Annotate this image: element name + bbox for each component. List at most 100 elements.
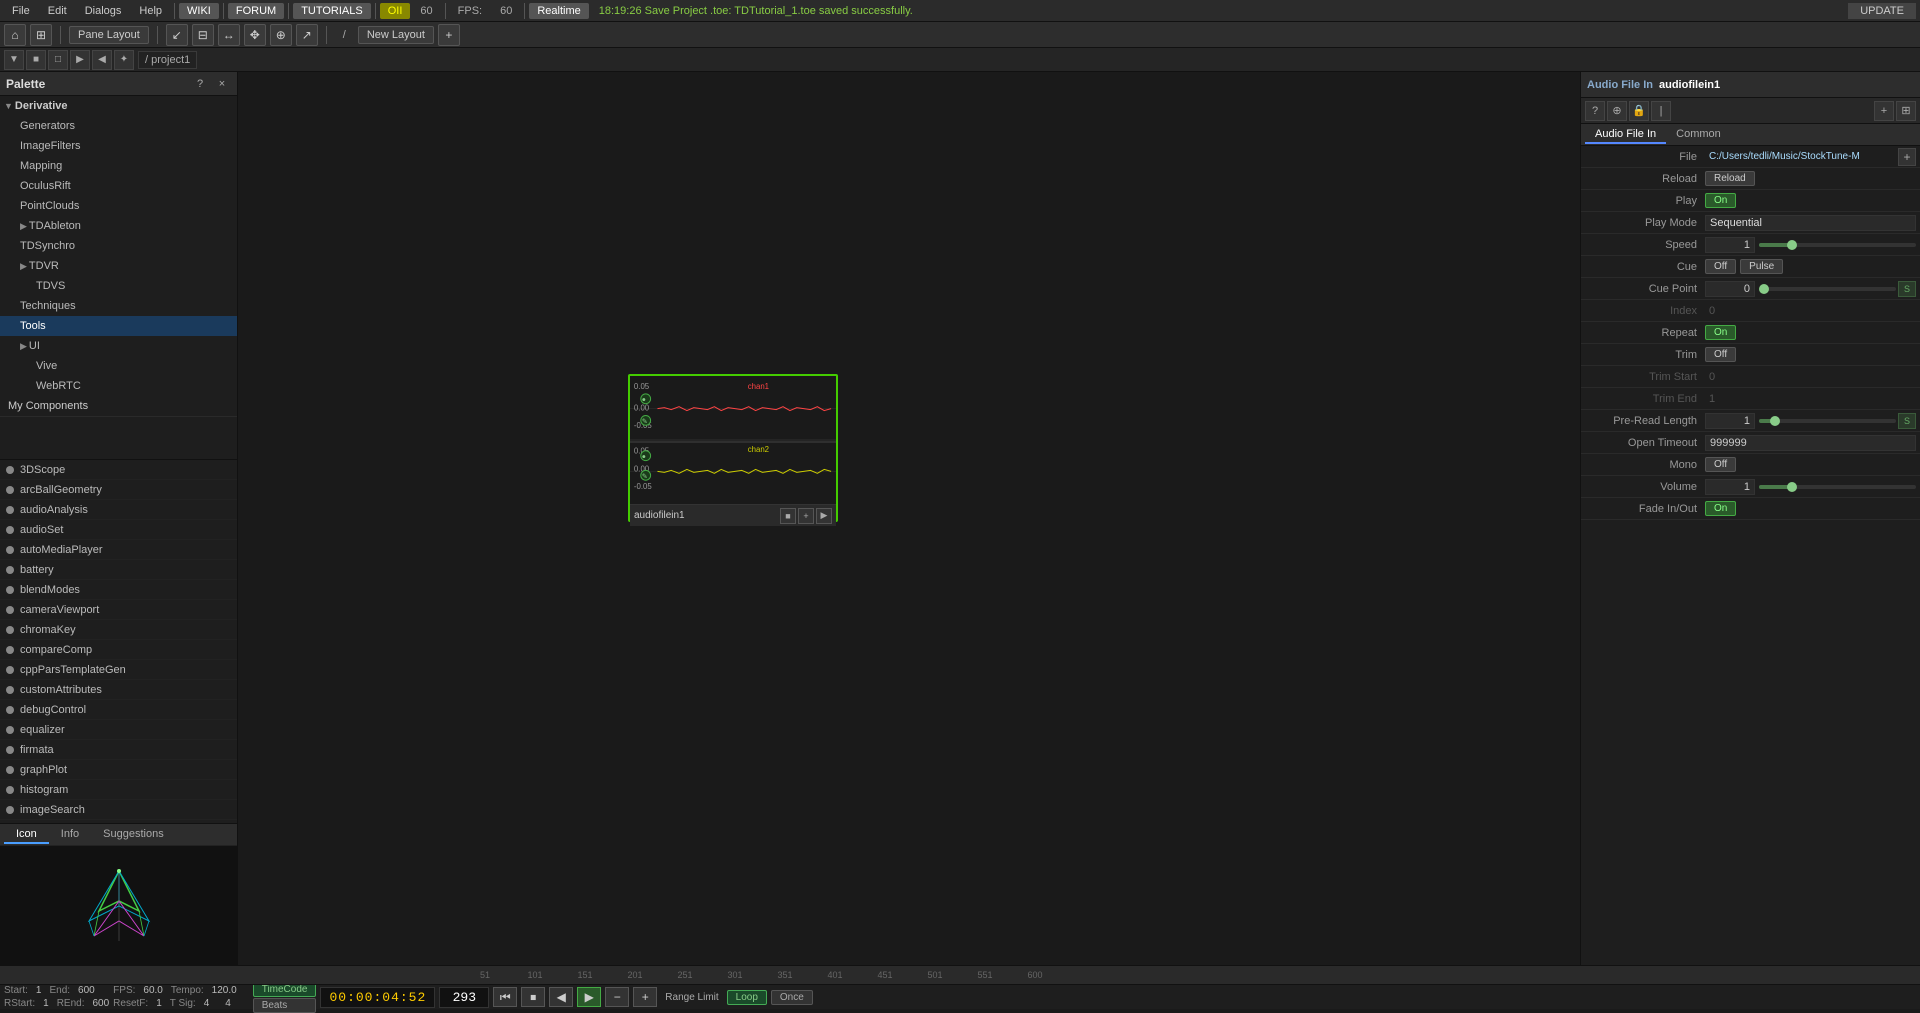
tree-item-techniques[interactable]: Techniques <box>0 296 237 316</box>
param-number-volume[interactable]: 1 <box>1705 479 1755 495</box>
right-tool-help-icon[interactable]: ? <box>1585 101 1605 121</box>
param-slider-volume[interactable]: 1 <box>1705 479 1916 495</box>
param-s-btn-preread[interactable]: S <box>1898 413 1916 429</box>
param-slider-preread[interactable]: 1 <box>1705 413 1896 429</box>
tree-item-oculusrift[interactable]: OculusRift <box>0 176 237 196</box>
comp-list-item[interactable]: equalizer <box>0 720 237 740</box>
addr-expand-icon[interactable]: ◀ <box>92 50 112 70</box>
param-btn-reload[interactable]: Reload <box>1705 171 1755 186</box>
menu-help[interactable]: Help <box>131 3 170 19</box>
param-value-file[interactable]: C:/Users/tedli/Music/StockTune-M <box>1705 150 1898 163</box>
comp-list-item[interactable]: 3DScope <box>0 460 237 480</box>
address-path[interactable]: / project1 <box>138 51 197 69</box>
addr-lock-icon[interactable]: ■ <box>26 50 46 70</box>
right-tool-eye-icon[interactable]: | <box>1651 101 1671 121</box>
tag-wiki[interactable]: WIKI <box>179 3 219 19</box>
param-slider-track-preread[interactable] <box>1759 419 1896 423</box>
once-btn[interactable]: Once <box>771 990 813 1005</box>
toolbar-move-icon[interactable]: ✥ <box>244 24 266 46</box>
tree-item-ui[interactable]: ▶ UI <box>0 336 237 356</box>
param-btn-cue-off[interactable]: Off <box>1705 259 1736 274</box>
audio-node[interactable]: 0.05 0.00 -0.05 chan1 0.05 0.00 -0.05 ch… <box>628 374 838 522</box>
node-icon-3[interactable]: ▶ <box>816 508 832 524</box>
toolbar-plus-icon[interactable]: + <box>438 24 460 46</box>
param-value-opentimeout[interactable]: 999999 <box>1705 435 1916 451</box>
comp-list-item[interactable]: autoMediaPlayer <box>0 540 237 560</box>
tab-common[interactable]: Common <box>1666 126 1731 144</box>
param-value-playmode[interactable]: Sequential <box>1705 215 1916 231</box>
comp-list-item[interactable]: firmata <box>0 740 237 760</box>
comp-list-item[interactable]: compareComp <box>0 640 237 660</box>
param-slider-speed[interactable]: 1 <box>1705 237 1916 253</box>
param-slider-thumb-volume[interactable] <box>1787 482 1797 492</box>
comp-list-item[interactable]: graphPlot <box>0 760 237 780</box>
toolbar-grid-icon[interactable]: ⊞ <box>30 24 52 46</box>
param-number-cuepoint[interactable]: 0 <box>1705 281 1755 297</box>
toolbar-fit-icon[interactable]: ↗ <box>296 24 318 46</box>
right-tool-link-icon[interactable]: ⊕ <box>1607 101 1627 121</box>
menu-dialogs[interactable]: Dialogs <box>77 3 130 19</box>
comp-list-item[interactable]: arcBallGeometry <box>0 480 237 500</box>
param-slider-thumb-cuepoint[interactable] <box>1759 284 1769 294</box>
transport-stop-icon[interactable]: ⏹ <box>521 987 545 1007</box>
tab-icon[interactable]: Icon <box>4 826 49 844</box>
param-slider-track-cuepoint[interactable] <box>1759 287 1896 291</box>
param-btn-trim[interactable]: Off <box>1705 347 1736 362</box>
comp-list-item[interactable]: debugControl <box>0 700 237 720</box>
tree-item-tdvr[interactable]: ▶ TDVR <box>0 256 237 276</box>
tree-item-imagefilters[interactable]: ImageFilters <box>0 136 237 156</box>
comp-list-item[interactable]: audioSet <box>0 520 237 540</box>
param-btn-mono[interactable]: Off <box>1705 457 1736 472</box>
param-btn-play[interactable]: On <box>1705 193 1736 208</box>
menu-file[interactable]: File <box>4 3 38 19</box>
transport-minus-icon[interactable]: − <box>605 987 629 1007</box>
tab-info[interactable]: Info <box>49 826 91 844</box>
tree-item-webrtc[interactable]: WebRTC <box>0 376 237 396</box>
tag-forum[interactable]: FORUM <box>228 3 284 19</box>
tab-audiofilein[interactable]: Audio File In <box>1585 126 1666 144</box>
transport-plus-icon[interactable]: + <box>633 987 657 1007</box>
menu-edit[interactable]: Edit <box>40 3 75 19</box>
toolbar-zoom-icon[interactable]: ⊕ <box>270 24 292 46</box>
addr-dropdown-icon[interactable]: ▼ <box>4 50 24 70</box>
comp-list-item[interactable]: audioAnalysis <box>0 500 237 520</box>
comp-list-item[interactable]: imageSearch <box>0 800 237 820</box>
comp-list-item[interactable]: battery <box>0 560 237 580</box>
tree-item-pointclouds[interactable]: PointClouds <box>0 196 237 216</box>
beats-mode-btn[interactable]: Beats <box>253 998 317 1013</box>
comp-list-item[interactable]: histogram <box>0 780 237 800</box>
loop-btn[interactable]: Loop <box>727 990 767 1005</box>
new-layout-button[interactable]: New Layout <box>358 26 434 44</box>
tree-item-tdsynchro[interactable]: TDSynchro <box>0 236 237 256</box>
toolbar-nav-icon[interactable]: ↔ <box>218 24 240 46</box>
addr-box-icon[interactable]: □ <box>48 50 68 70</box>
toolbar-arrow-icon[interactable]: ↙ <box>166 24 188 46</box>
addr-arrow-icon[interactable]: ▶ <box>70 50 90 70</box>
tree-item-tools[interactable]: Tools <box>0 316 237 336</box>
update-button[interactable]: UPDATE <box>1848 3 1916 19</box>
node-icon-2[interactable]: + <box>798 508 814 524</box>
right-tool-expand-icon[interactable]: ⊞ <box>1896 101 1916 121</box>
param-slider-track-speed[interactable] <box>1759 243 1916 247</box>
param-btn-cue-pulse[interactable]: Pulse <box>1740 259 1783 274</box>
realtime-tag[interactable]: Realtime <box>529 3 588 19</box>
param-number-speed[interactable]: 1 <box>1705 237 1755 253</box>
toolbar-layout-icon[interactable]: ⊟ <box>192 24 214 46</box>
param-slider-thumb-speed[interactable] <box>1787 240 1797 250</box>
param-slider-track-volume[interactable] <box>1759 485 1916 489</box>
param-s-btn-cuepoint[interactable]: S <box>1898 281 1916 297</box>
transport-rewind-icon[interactable]: ⏮ <box>493 987 517 1007</box>
tree-item-mapping[interactable]: Mapping <box>0 156 237 176</box>
tree-item-vive[interactable]: Vive <box>0 356 237 376</box>
param-slider-cuepoint[interactable]: 0 <box>1705 281 1896 297</box>
tag-oii[interactable]: OII <box>380 3 411 19</box>
addr-slash-icon[interactable]: ✦ <box>114 50 134 70</box>
tree-item-derivative[interactable]: ▼ Derivative <box>0 96 237 116</box>
tag-tutorials[interactable]: TUTORIALS <box>293 3 371 19</box>
palette-help-icon[interactable]: ? <box>191 75 209 93</box>
tree-item-generators[interactable]: Generators <box>0 116 237 136</box>
right-tool-lock-icon[interactable]: 🔒 <box>1629 101 1649 121</box>
comp-list-item[interactable]: customAttributes <box>0 680 237 700</box>
my-components-item[interactable]: My Components <box>0 396 237 417</box>
node-icon-1[interactable]: ■ <box>780 508 796 524</box>
